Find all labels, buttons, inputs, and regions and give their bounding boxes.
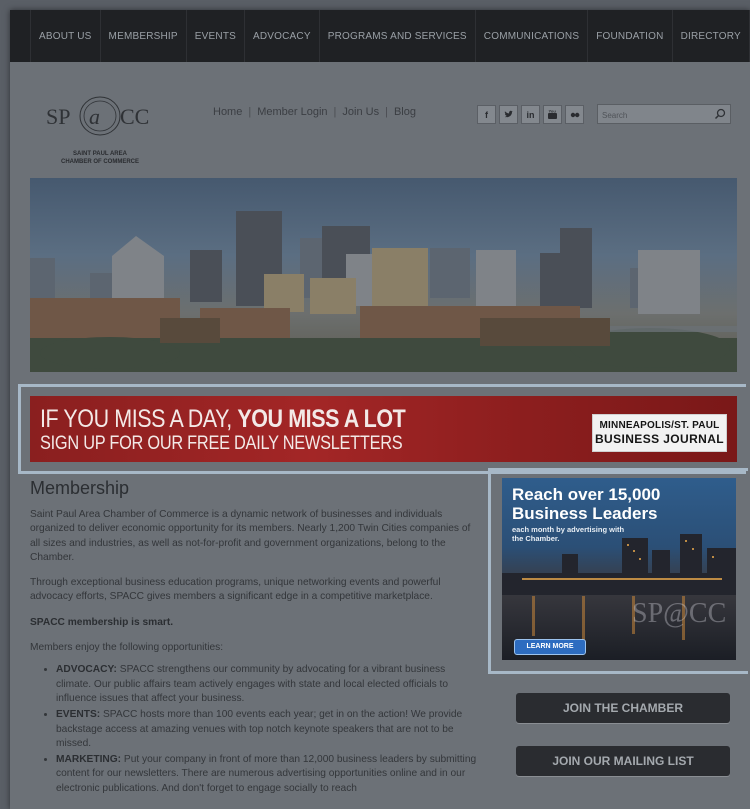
ad-headline-line-1: Reach over 15,000 [512, 485, 661, 504]
link-join-us[interactable]: Join Us [342, 106, 379, 118]
linkedin-icon[interactable]: in [521, 105, 540, 124]
svg-text:CC: CC [120, 104, 149, 129]
logo-mark: SP a CC [44, 92, 156, 136]
link-home[interactable]: Home [213, 106, 242, 118]
logo-mark-graphic: SP a CC [46, 96, 149, 136]
nav-item-about-us[interactable]: ABOUT US [30, 10, 100, 62]
hero-skyline-image [30, 178, 737, 372]
intro-paragraph: Saint Paul Area Chamber of Commerce is a… [30, 509, 471, 563]
list-item-term: EVENTS: [56, 709, 101, 721]
list-item-term: ADVOCACY: [56, 664, 117, 676]
link-separator: | [333, 106, 337, 118]
link-blog[interactable]: Blog [394, 106, 416, 118]
list-item: EVENTS: SPACC hosts more than 100 events… [56, 708, 482, 751]
youtube-icon[interactable]: You [543, 105, 562, 124]
nav-item-advocacy[interactable]: ADVOCACY [244, 10, 319, 62]
page: ABOUT US MEMBERSHIP EVENTS ADVOCACY PROG… [10, 10, 750, 809]
nav-item-communications[interactable]: COMMUNICATIONS [474, 10, 587, 62]
business-journal-logo-line-2: BUSINESS JOURNAL [594, 432, 725, 446]
skyline-graphic [30, 211, 737, 372]
page-title: Membership [30, 478, 130, 498]
main-nav: ABOUT US MEMBERSHIP EVENTS ADVOCACY PROG… [10, 10, 750, 62]
newsletter-banner[interactable]: IF YOU MISS A DAY, YOU MISS A LOT SIGN U… [30, 396, 737, 462]
main-content: Membership Saint Paul Area Chamber of Co… [30, 478, 482, 798]
social-icons: f in You [477, 105, 584, 124]
business-journal-logo-line-1: MINNEAPOLIS/ST. PAUL [599, 420, 720, 431]
banner-subline: SIGN UP FOR OUR FREE DAILY NEWSLETTERS [40, 433, 403, 454]
svg-text:a: a [89, 104, 100, 129]
learn-more-button[interactable]: LEARN MORE [514, 639, 586, 655]
membership-smart-heading: SPACC membership is smart. [30, 616, 174, 628]
list-item: MARKETING: Put your company in front of … [56, 753, 482, 796]
ad-subline: each month by advertising with the Chamb… [512, 525, 625, 543]
logo-sub-line-2: CHAMBER OF COMMERCE [61, 159, 139, 165]
join-chamber-button[interactable]: JOIN THE CHAMBER [516, 693, 730, 723]
nav-item-programs-and-services[interactable]: PROGRAMS AND SERVICES [318, 10, 475, 62]
site-logo[interactable]: SP a CC SAINT PAUL AREA CHAMBER OF COMME… [44, 92, 164, 165]
search-icon[interactable] [714, 108, 726, 120]
banner-headline-bold: YOU MISS A LOT [237, 405, 406, 433]
list-item: ADVOCACY: SPACC strengthens our communit… [56, 663, 482, 706]
opportunities-intro: Members enjoy the following opportunitie… [30, 642, 224, 654]
opportunities-list: ADVOCACY: SPACC strengthens our communit… [30, 663, 482, 796]
ad-headline-line-2: Business Leaders [512, 504, 658, 523]
facebook-icon[interactable]: f [477, 105, 496, 124]
twitter-icon[interactable] [499, 105, 518, 124]
list-item-text: SPACC hosts more than 100 events each ye… [56, 709, 463, 749]
business-journal-logo: MINNEAPOLIS/ST. PAUL BUSINESS JOURNAL [592, 414, 727, 452]
nav-item-directory[interactable]: DIRECTORY [671, 10, 750, 62]
nav-item-events[interactable]: EVENTS [185, 10, 244, 62]
search-input[interactable] [598, 106, 716, 125]
logo-subtitle: SAINT PAUL AREA CHAMBER OF COMMERCE [44, 150, 156, 166]
nav-item-foundation[interactable]: FOUNDATION [587, 10, 671, 62]
link-separator: | [385, 106, 388, 118]
advertise-ad[interactable]: Reach over 15,000 Business Leaders each … [502, 478, 736, 660]
join-mailing-list-button[interactable]: JOIN OUR MAILING LIST [516, 746, 730, 776]
search-box [597, 104, 731, 125]
link-separator: | [248, 106, 252, 118]
banner-headline: IF YOU MISS A DAY, YOU MISS A LOT [40, 405, 406, 434]
link-member-login[interactable]: Member Login [257, 106, 327, 118]
svg-text:SP: SP [46, 104, 70, 129]
logo-sub-line-1: SAINT PAUL AREA [73, 151, 127, 157]
banner-headline-light: IF YOU MISS A DAY, [40, 405, 238, 433]
list-item-term: MARKETING: [56, 754, 122, 766]
header-links: Home | Member Login | Join Us | Blog [213, 106, 416, 118]
ad-watermark-logo: SP@CC [632, 598, 727, 629]
flickr-icon[interactable] [565, 105, 584, 124]
programs-paragraph: Through exceptional business education p… [30, 577, 441, 603]
svg-text:You: You [549, 109, 557, 114]
nav-item-membership[interactable]: MEMBERSHIP [99, 10, 186, 62]
